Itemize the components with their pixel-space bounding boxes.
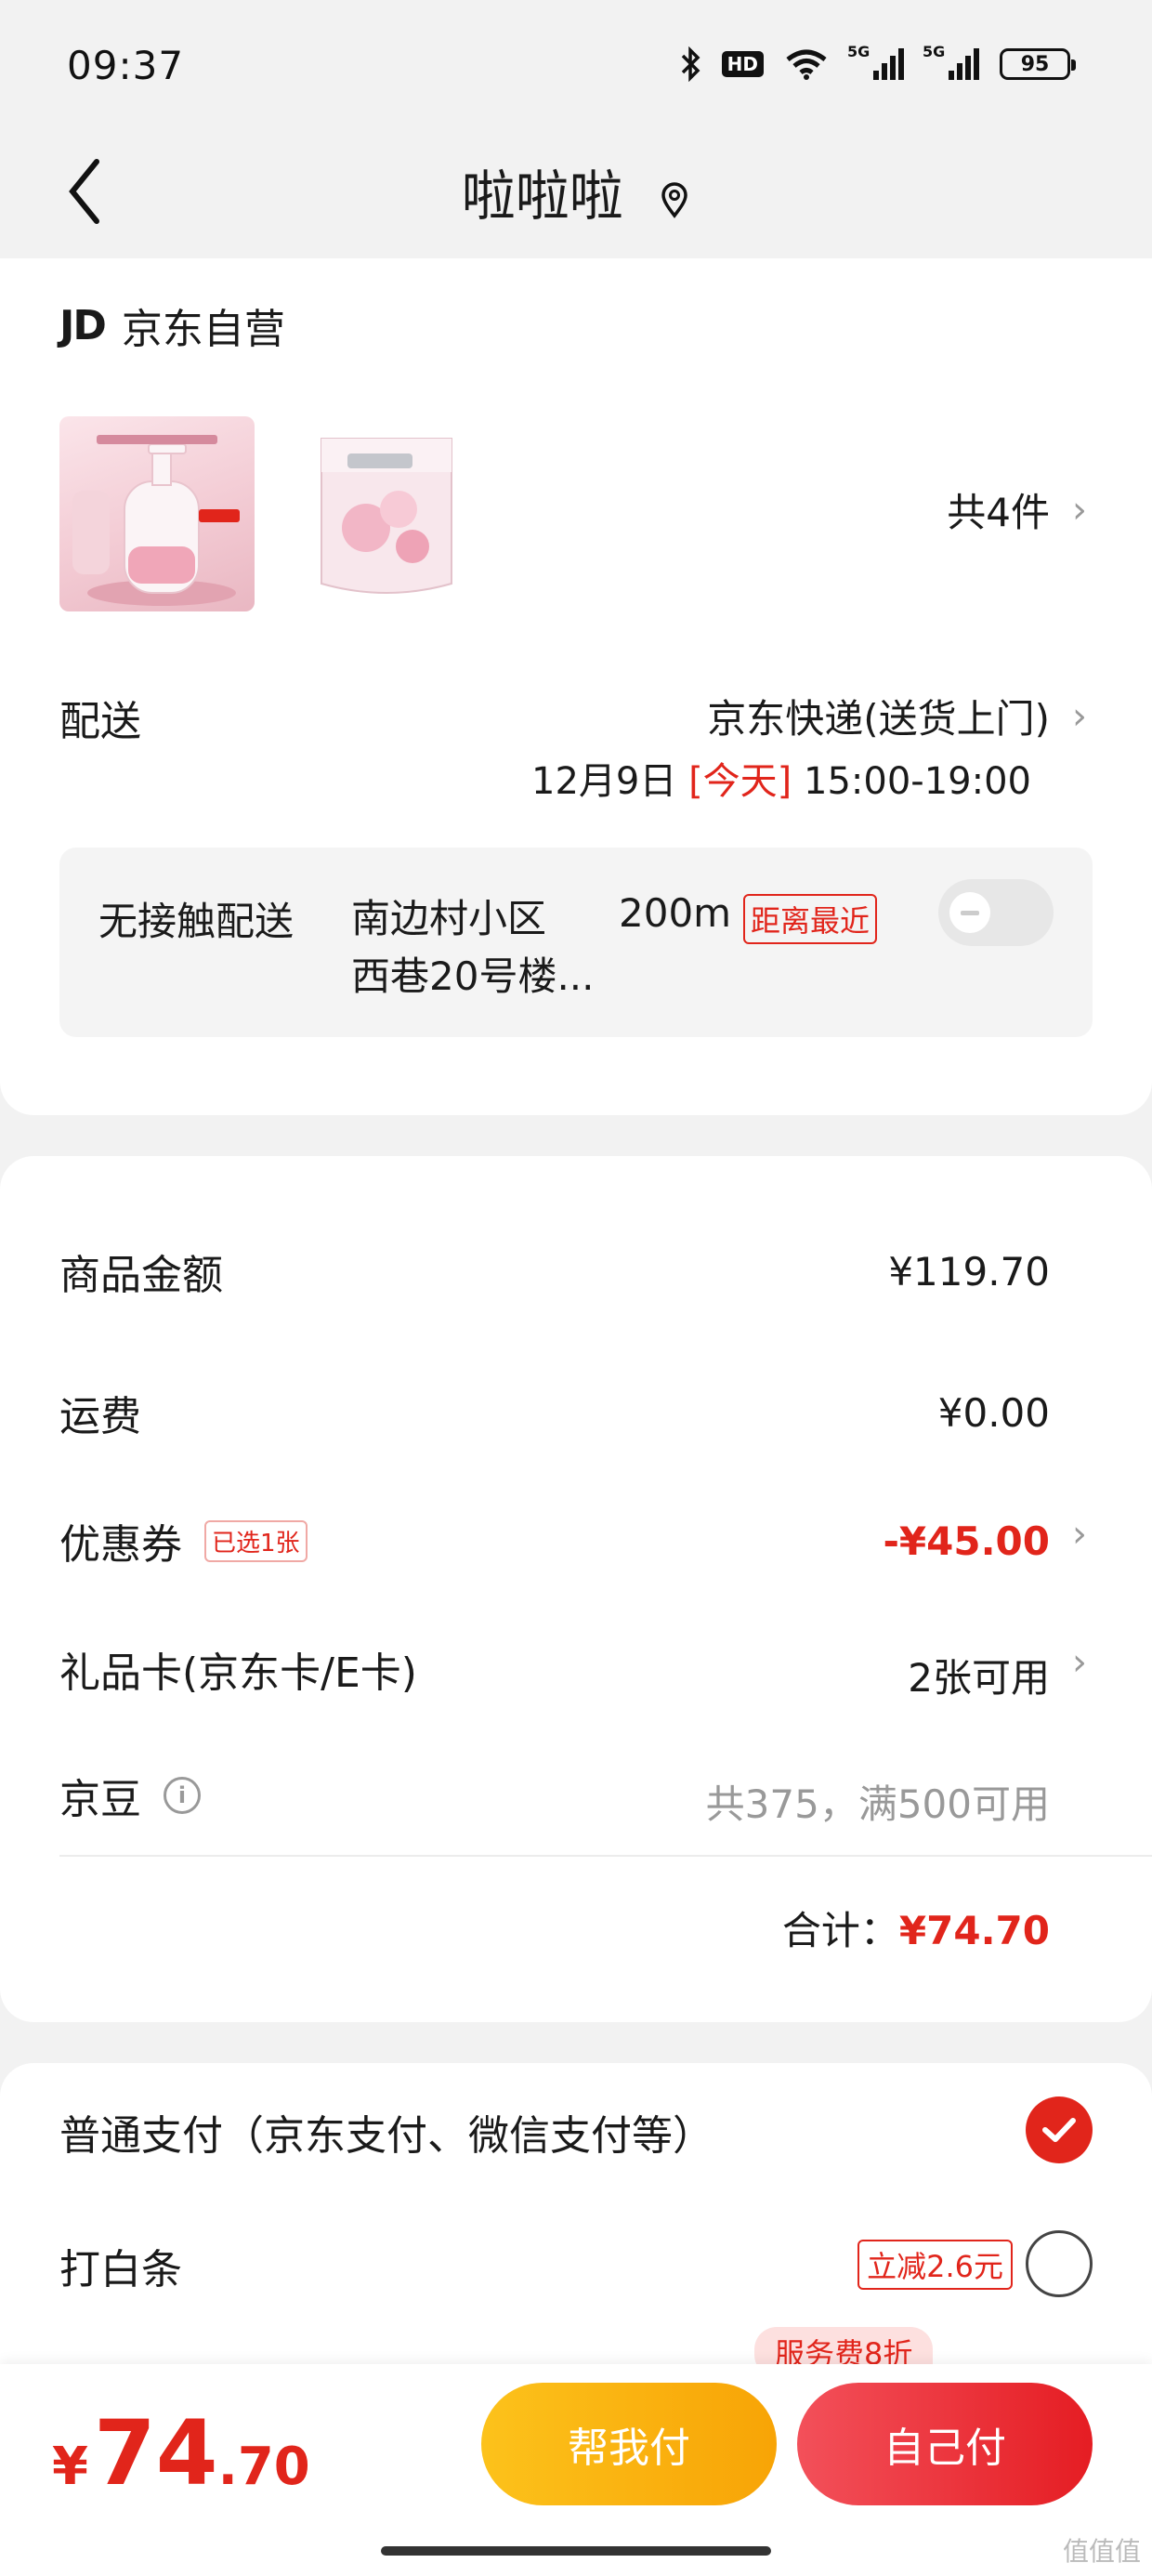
shop-name: 京东自营 (121, 306, 285, 353)
page-title-text: 啦啦啦 (461, 164, 623, 228)
checkmark-icon (1042, 2118, 1076, 2142)
coupon-selected-tag: 已选1张 (204, 1519, 308, 1562)
status-time: 09:37 (67, 43, 185, 88)
delivery-date: 12月9日 (531, 760, 677, 803)
signal-icon-1: 5G (847, 43, 904, 80)
goods-amount-label: 商品金额 (59, 1252, 223, 1299)
contactless-address: 南边村小区 西巷20号楼... (351, 890, 595, 1005)
contactless-label: 无接触配送 (98, 899, 295, 944)
toggle-knob (949, 892, 990, 933)
refill-pouch-icon (321, 438, 452, 594)
total-row: 合计：¥74.70 (782, 1899, 1050, 1956)
chevron-right-icon[interactable]: › (1072, 1641, 1087, 1684)
baitiao-label[interactable]: 打白条 (59, 2236, 182, 2295)
page-title: 啦啦啦 (0, 152, 1152, 230)
shipping-value: ¥0.00 (937, 1390, 1050, 1436)
giftcard-value: 2张可用 (908, 1655, 1050, 1701)
price-decimal: .70 (217, 2437, 310, 2497)
location-pin-icon[interactable] (659, 181, 690, 218)
total-label: 合计： (781, 1908, 899, 1953)
info-icon[interactable]: i (164, 1777, 201, 1814)
chevron-right-icon[interactable]: › (1072, 1513, 1087, 1556)
distance: 200m (619, 890, 732, 936)
nearest-tag: 距离最近 (743, 894, 878, 944)
pay-myself-button[interactable]: 自己付 (797, 2383, 1093, 2505)
normal-pay-label[interactable]: 普通支付（京东支付、微信支付等） (59, 2102, 713, 2162)
product-count-row[interactable]: 共4件 › (947, 481, 1087, 538)
delivery-time: 12月9日 [今天] 15:00-19:00 (531, 751, 1031, 805)
coupon-label: 优惠券 (59, 1521, 182, 1569)
normal-pay-check[interactable] (1026, 2096, 1093, 2163)
watermark: 值值值 (1062, 2536, 1141, 2567)
jingdou-label: 京豆 (59, 1776, 141, 1823)
header: 啦啦啦 (0, 130, 1152, 251)
wifi-icon (786, 49, 827, 80)
goods-amount-value: ¥119.70 (888, 1249, 1050, 1295)
divider (59, 1855, 1152, 1857)
baitiao-discount-tag: 立减2.6元 (857, 2240, 1013, 2290)
fees-card: 商品金额 ¥119.70 运费 ¥0.00 优惠券 已选1张 -¥45.00 ›… (0, 1156, 1152, 2022)
pay-amount: ¥74.70 (52, 2401, 310, 2505)
battery-icon: 95 (1000, 48, 1076, 80)
giftcard-label[interactable]: 礼品卡(京东卡/E卡) (59, 1639, 417, 1699)
delivery-method-row[interactable]: 京东快递(送货上门) › (707, 688, 1087, 744)
home-indicator[interactable] (381, 2546, 771, 2556)
jingdou-value: 共375，满500可用 (705, 1781, 1050, 1827)
address-line-1: 南边村小区 (351, 896, 547, 941)
product-image-2[interactable] (310, 416, 505, 611)
baitiao-radio[interactable] (1026, 2230, 1093, 2297)
hd-badge: HD (721, 51, 764, 77)
delivery-time-range: 15:00-19:00 (804, 760, 1031, 803)
product-image-1[interactable] (59, 416, 255, 611)
bottom-bar: ¥74.70 帮我付 自己付 (0, 2364, 1152, 2576)
contactless-delivery-box: 无接触配送 南边村小区 西巷20号楼... 200m 距离最近 (59, 848, 1093, 1037)
shop-row: JD 京东自营 (59, 296, 285, 355)
shipping-label: 运费 (59, 1393, 141, 1440)
contactless-toggle[interactable] (938, 879, 1054, 946)
jingdou-row: 京豆 i (59, 1766, 201, 1825)
chevron-right-icon: › (1072, 694, 1087, 738)
chevron-right-icon: › (1072, 488, 1087, 532)
today-tag: [今天] (688, 760, 792, 803)
jd-logo: JD (59, 301, 107, 349)
signal-icon-2: 5G (923, 43, 979, 80)
body-wash-bottle-icon (72, 435, 240, 606)
product-count: 共4件 (947, 490, 1050, 535)
delivery-label: 配送 (59, 698, 141, 745)
address-line-2: 西巷20号楼... (351, 953, 595, 999)
order-card: JD 京东自营 共4件 › 配送 京东快递(送货上门) › 12月9日 [今天]… (0, 258, 1152, 1115)
price-integer: 74 (93, 2401, 218, 2505)
price-symbol: ¥ (52, 2437, 88, 2497)
bluetooth-icon (681, 46, 700, 82)
help-me-pay-button[interactable]: 帮我付 (481, 2383, 777, 2505)
coupon-value: -¥45.00 (883, 1518, 1050, 1564)
coupon-row[interactable]: 优惠券 已选1张 (59, 1511, 308, 1571)
status-icons: HD 5G 5G 95 (679, 43, 1076, 82)
delivery-method: 京东快递(送货上门) (707, 696, 1050, 742)
total-value: ¥74.70 (898, 1908, 1050, 1953)
